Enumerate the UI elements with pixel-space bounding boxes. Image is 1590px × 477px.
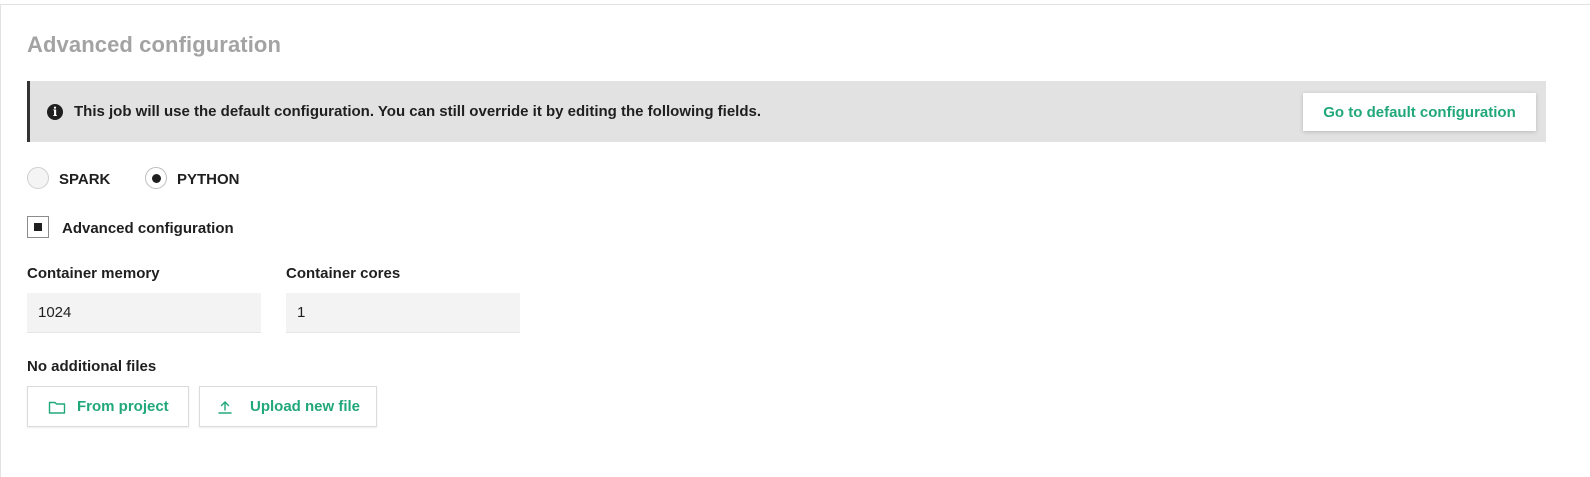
info-icon: i	[47, 104, 63, 120]
radio-spark-label[interactable]: SPARK	[59, 171, 110, 188]
container-cores-label: Container cores	[286, 265, 401, 282]
radio-python[interactable]	[145, 167, 167, 189]
advanced-configuration-panel: Advanced configuration i This job will u…	[0, 4, 1590, 477]
advanced-configuration-checkbox[interactable]	[27, 216, 49, 238]
container-memory-label: Container memory	[27, 265, 160, 282]
from-project-button[interactable]: From project	[27, 386, 189, 427]
advanced-configuration-checkbox-label[interactable]: Advanced configuration	[62, 220, 234, 237]
upload-icon	[216, 399, 234, 415]
from-project-label: From project	[77, 398, 169, 415]
additional-files-status: No additional files	[27, 358, 157, 375]
radio-spark[interactable]	[27, 167, 49, 189]
container-cores-input[interactable]	[286, 293, 520, 333]
radio-selected-dot	[152, 174, 161, 183]
info-banner: i This job will use the default configur…	[27, 81, 1546, 142]
upload-new-file-button[interactable]: Upload new file	[199, 386, 377, 427]
banner-message: This job will use the default configurat…	[74, 103, 761, 120]
section-title: Advanced configuration	[27, 32, 281, 57]
radio-python-label[interactable]: PYTHON	[177, 171, 240, 188]
go-to-default-configuration-button[interactable]: Go to default configuration	[1303, 93, 1536, 131]
upload-new-file-label: Upload new file	[250, 398, 361, 415]
folder-icon	[48, 399, 66, 415]
container-memory-input[interactable]	[27, 293, 261, 333]
checkbox-mark	[34, 223, 42, 231]
